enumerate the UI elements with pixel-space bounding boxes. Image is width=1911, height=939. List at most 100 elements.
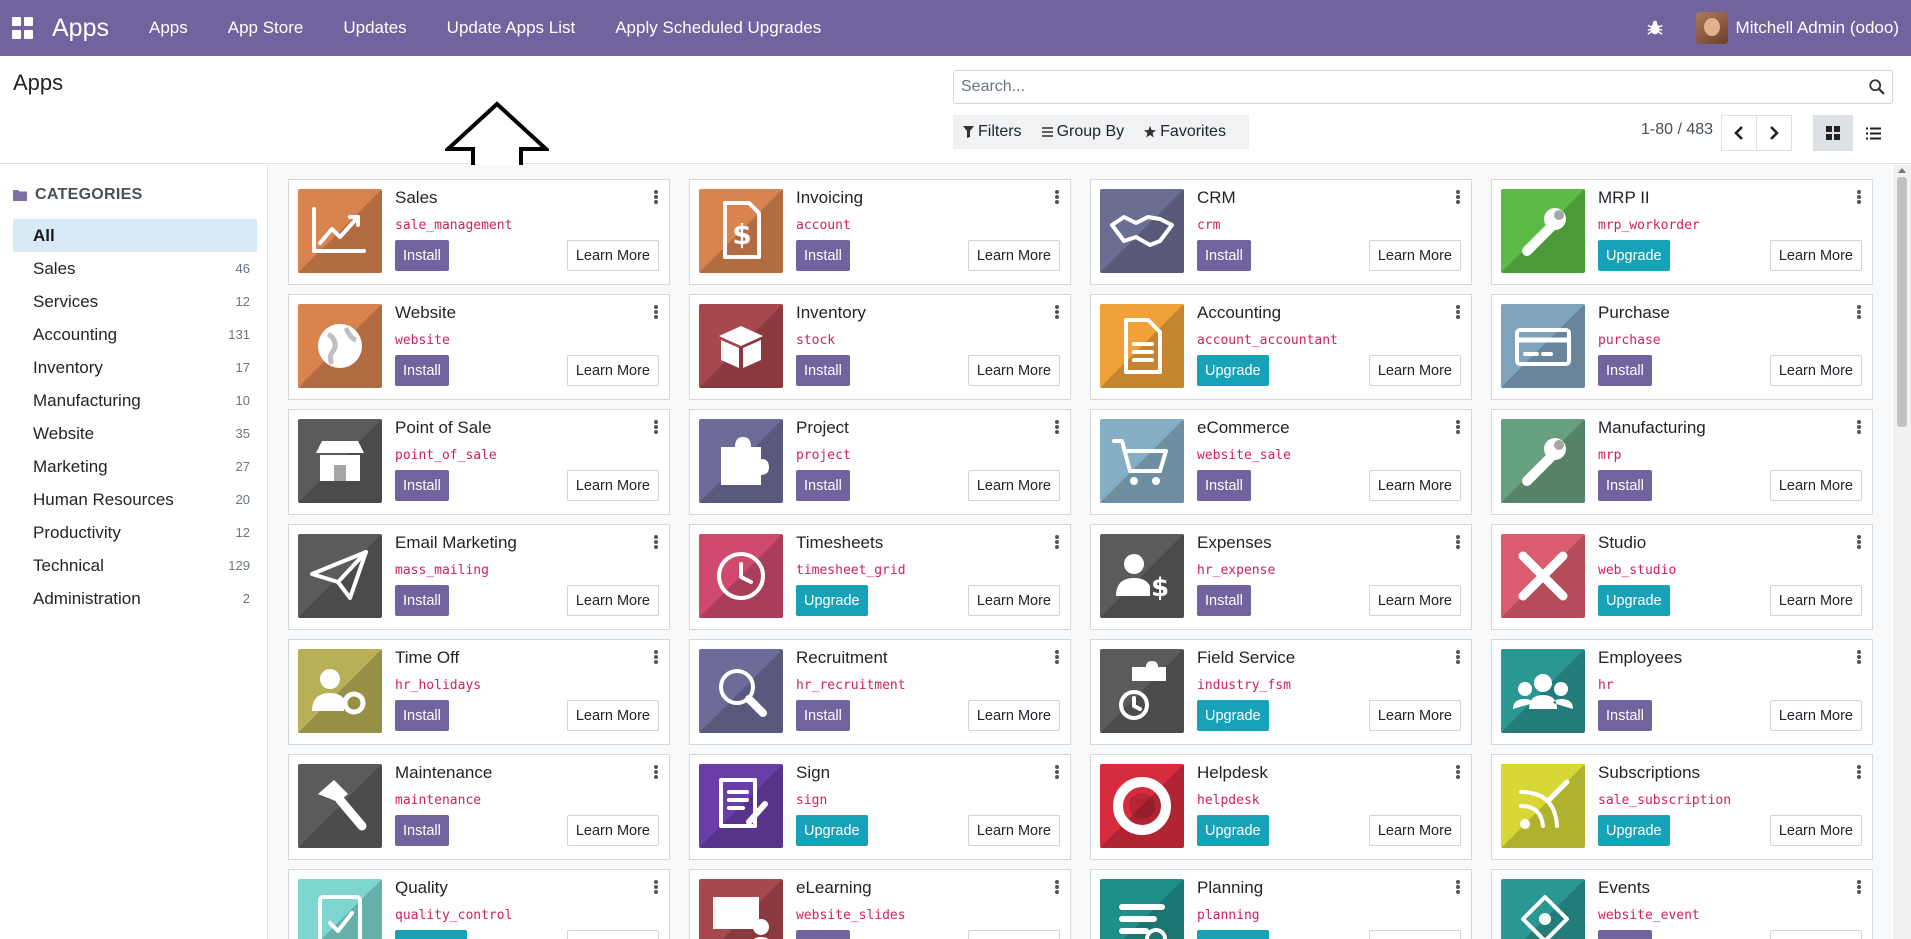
nav-update-apps-list[interactable]: Update Apps List — [427, 18, 596, 38]
kanban-view-button[interactable] — [1813, 115, 1853, 151]
app-card[interactable]: Events website_event Install Learn More — [1491, 869, 1873, 939]
learn-more-button[interactable]: Learn More — [967, 585, 1060, 616]
category-item-services[interactable]: Services 12 — [13, 285, 257, 318]
puzzle-icon[interactable] — [699, 419, 783, 503]
handshake-icon[interactable] — [1100, 189, 1184, 273]
pager-previous-button[interactable] — [1721, 115, 1757, 151]
upgrade-button[interactable]: Upgrade — [1598, 240, 1670, 271]
vertical-dots-menu-icon[interactable] — [1456, 765, 1460, 779]
learn-more-button[interactable]: Learn More — [1769, 470, 1862, 501]
learn-more-button[interactable]: Learn More — [566, 815, 659, 846]
vertical-dots-menu-icon[interactable] — [654, 420, 658, 434]
lifebuoy-icon[interactable] — [1100, 764, 1184, 848]
upgrade-button[interactable]: Upgrade — [1598, 585, 1670, 616]
learn-more-button[interactable]: Learn More — [1368, 470, 1461, 501]
vertical-dots-menu-icon[interactable] — [1456, 535, 1460, 549]
sign-document-icon[interactable] — [699, 764, 783, 848]
category-item-productivity[interactable]: Productivity 12 — [13, 516, 257, 549]
search-icon[interactable] — [1868, 78, 1886, 96]
vertical-dots-menu-icon[interactable] — [1857, 650, 1861, 664]
nav-app-store[interactable]: App Store — [208, 18, 324, 38]
pager-next-button[interactable] — [1756, 115, 1792, 151]
upgrade-button[interactable]: Upgrade — [1598, 815, 1670, 846]
vertical-dots-menu-icon[interactable] — [1055, 190, 1059, 204]
app-card[interactable]: Planning planning Upgrade Learn More — [1090, 869, 1472, 939]
vertical-dots-menu-icon[interactable] — [1456, 305, 1460, 319]
brand-title[interactable]: Apps — [52, 14, 109, 43]
learn-more-button[interactable]: Learn More — [566, 240, 659, 271]
app-card[interactable]: $ Invoicing account Install Learn More — [689, 179, 1071, 285]
upgrade-button[interactable]: Upgrade — [1197, 700, 1269, 731]
category-item-inventory[interactable]: Inventory 17 — [13, 351, 257, 384]
app-card[interactable]: Helpdesk helpdesk Upgrade Learn More — [1090, 754, 1472, 860]
install-button[interactable]: Install — [1197, 585, 1251, 616]
learn-more-button[interactable]: Learn More — [566, 470, 659, 501]
learn-more-button[interactable]: Learn More — [967, 470, 1060, 501]
vertical-dots-menu-icon[interactable] — [654, 650, 658, 664]
install-button[interactable]: Install — [796, 240, 850, 271]
app-card[interactable]: Timesheets timesheet_grid Upgrade Learn Mor… — [689, 524, 1071, 630]
vertical-dots-menu-icon[interactable] — [1456, 880, 1460, 894]
app-card[interactable]: Subscriptions sale_subscription Upgrade Lea… — [1491, 754, 1873, 860]
category-item-accounting[interactable]: Accounting 131 — [13, 318, 257, 351]
vertical-dots-menu-icon[interactable] — [1857, 765, 1861, 779]
groupby-button[interactable]: Group By — [1032, 123, 1135, 141]
upgrade-button[interactable]: Upgrade — [1197, 930, 1269, 939]
app-card[interactable]: Manufacturing mrp Install Learn More — [1491, 409, 1873, 515]
vertical-dots-menu-icon[interactable] — [1055, 650, 1059, 664]
clock-icon[interactable] — [699, 534, 783, 618]
category-item-administration[interactable]: Administration 2 — [13, 582, 257, 615]
vertical-dots-menu-icon[interactable] — [1055, 420, 1059, 434]
app-card[interactable]: Purchase purchase Install Learn More — [1491, 294, 1873, 400]
learn-more-button[interactable]: Learn More — [967, 930, 1060, 939]
vertical-dots-menu-icon[interactable] — [1857, 305, 1861, 319]
learn-more-button[interactable]: Learn More — [1769, 240, 1862, 271]
ticket-icon[interactable] — [1501, 879, 1585, 939]
puzzle-clock-icon[interactable] — [1100, 649, 1184, 733]
install-button[interactable]: Install — [796, 930, 850, 939]
vertical-dots-menu-icon[interactable] — [1456, 420, 1460, 434]
clipboard-check-icon[interactable] — [298, 879, 382, 939]
app-card[interactable]: Sign sign Upgrade Learn More — [689, 754, 1071, 860]
favorites-button[interactable]: Favorites — [1134, 123, 1236, 141]
hammer-icon[interactable] — [298, 764, 382, 848]
app-card[interactable]: Project project Install Learn More — [689, 409, 1071, 515]
upgrade-button[interactable]: Upgrade — [796, 585, 868, 616]
vertical-dots-menu-icon[interactable] — [1857, 535, 1861, 549]
nav-updates[interactable]: Updates — [323, 18, 426, 38]
nav-apply-scheduled-upgrades[interactable]: Apply Scheduled Upgrades — [595, 18, 841, 38]
install-button[interactable]: Install — [1598, 700, 1652, 731]
learn-more-button[interactable]: Learn More — [566, 355, 659, 386]
install-button[interactable]: Install — [395, 240, 449, 271]
debug-bug-icon[interactable] — [1646, 19, 1664, 37]
install-button[interactable]: Install — [395, 585, 449, 616]
upgrade-button[interactable]: Upgrade — [395, 930, 467, 939]
learn-more-button[interactable]: Learn More — [1368, 240, 1461, 271]
users-icon[interactable] — [1501, 649, 1585, 733]
install-button[interactable]: Install — [1598, 470, 1652, 501]
app-card[interactable]: Employees hr Install Learn More — [1491, 639, 1873, 745]
install-button[interactable]: Install — [395, 815, 449, 846]
pager-value[interactable]: 1-80 / 483 — [1641, 121, 1713, 139]
install-button[interactable]: Install — [395, 700, 449, 731]
document-icon[interactable] — [1100, 304, 1184, 388]
app-card[interactable]: $ Expenses hr_expense Install Learn More — [1090, 524, 1472, 630]
vertical-dots-menu-icon[interactable] — [1857, 190, 1861, 204]
invoice-dollar-icon[interactable]: $ — [699, 189, 783, 273]
learn-more-button[interactable]: Learn More — [1769, 815, 1862, 846]
vertical-dots-menu-icon[interactable] — [1857, 880, 1861, 894]
learn-more-button[interactable]: Learn More — [1769, 700, 1862, 731]
search-input[interactable] — [954, 72, 1868, 102]
learn-more-button[interactable]: Learn More — [967, 700, 1060, 731]
install-button[interactable]: Install — [395, 355, 449, 386]
app-card[interactable]: Email Marketing mass_mailing Install Learn … — [288, 524, 670, 630]
upgrade-button[interactable]: Upgrade — [1197, 355, 1269, 386]
app-card[interactable]: Inventory stock Install Learn More — [689, 294, 1071, 400]
scrollbar-thumb[interactable] — [1897, 177, 1907, 427]
learn-more-button[interactable]: Learn More — [967, 240, 1060, 271]
learn-more-button[interactable]: Learn More — [967, 815, 1060, 846]
category-item-all[interactable]: All — [13, 219, 257, 252]
learn-more-button[interactable]: Learn More — [1368, 585, 1461, 616]
user-dollar-icon[interactable]: $ — [1100, 534, 1184, 618]
app-switcher-icon[interactable] — [12, 17, 34, 39]
